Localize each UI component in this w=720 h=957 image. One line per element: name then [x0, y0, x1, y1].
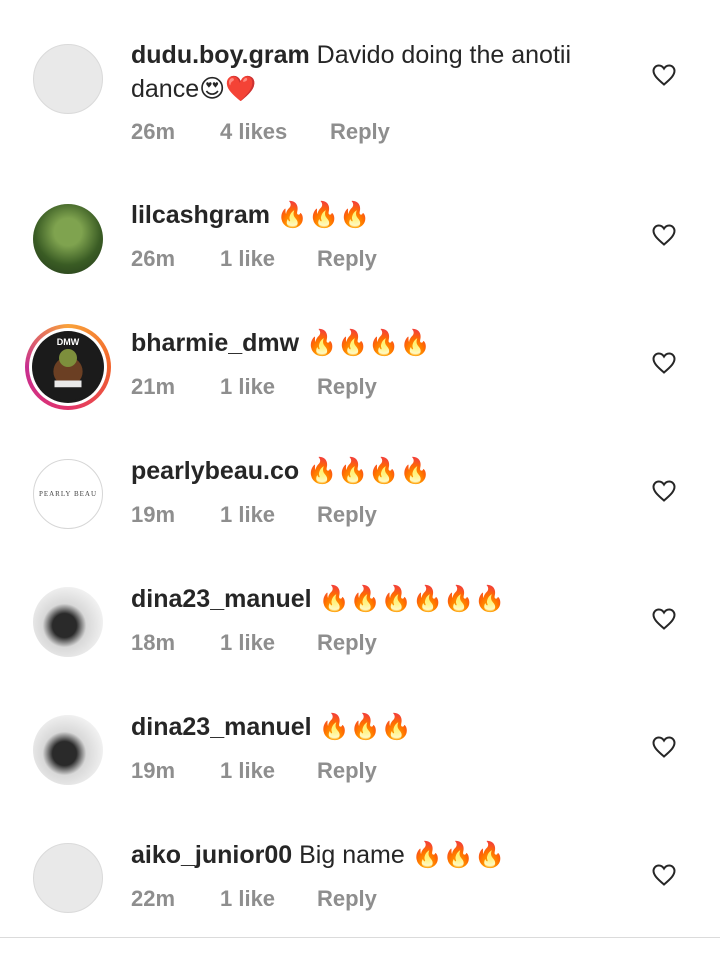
comment-body: aiko_junior00 Big name 🔥🔥🔥: [131, 838, 631, 872]
heart-outline-icon[interactable]: [652, 608, 676, 630]
comment-username[interactable]: dina23_manuel: [131, 585, 312, 613]
comment-body: lilcashgram 🔥🔥🔥: [131, 198, 631, 232]
avatar-story-ring[interactable]: DMW: [25, 324, 111, 410]
reply-button[interactable]: Reply: [317, 372, 377, 402]
comment-timestamp: 19m: [131, 758, 176, 783]
comment-text: 🔥🔥🔥: [276, 201, 371, 229]
comment-text: 🔥🔥🔥🔥🔥🔥: [318, 585, 506, 613]
comment-meta: 26m 1 like Reply: [131, 244, 377, 274]
comment-timestamp: 26m: [131, 119, 176, 144]
reply-button[interactable]: Reply: [317, 500, 377, 530]
avatar[interactable]: [33, 44, 103, 114]
comment-body: dudu.boy.gram Davido doing the anotii da…: [131, 38, 631, 106]
avatar[interactable]: PEARLY BEAU: [33, 459, 103, 529]
comment-likes[interactable]: 1 like: [220, 628, 317, 658]
dmw-logo-avatar: DMW: [32, 331, 104, 403]
comment-username[interactable]: dina23_manuel: [131, 713, 312, 741]
comment-meta: 19m 1 like Reply: [131, 500, 377, 530]
comment-likes[interactable]: 1 like: [220, 756, 317, 786]
comment-body: bharmie_dmw 🔥🔥🔥🔥: [131, 326, 631, 360]
comment-likes[interactable]: 1 like: [220, 372, 317, 402]
heart-outline-icon[interactable]: [652, 64, 676, 86]
avatar-logo-text: DMW: [56, 337, 80, 347]
comment-username[interactable]: dudu.boy.gram: [131, 41, 310, 69]
comment-timestamp: 22m: [131, 886, 176, 911]
comment-timestamp: 26m: [131, 246, 176, 271]
comment-body: dina23_manuel 🔥🔥🔥: [131, 710, 631, 744]
comment-username[interactable]: lilcashgram: [131, 201, 270, 229]
comment-meta: 19m 1 like Reply: [131, 756, 377, 786]
comment-timestamp: 18m: [131, 630, 176, 655]
comment-username[interactable]: bharmie_dmw: [131, 329, 299, 357]
avatar[interactable]: [33, 204, 103, 274]
comment-likes[interactable]: 1 like: [220, 884, 317, 914]
comment-meta: 26m 4 likes Reply: [131, 117, 390, 147]
comment-likes[interactable]: 4 likes: [220, 117, 330, 147]
comment-body: dina23_manuel 🔥🔥🔥🔥🔥🔥: [131, 582, 631, 616]
reply-button[interactable]: Reply: [330, 117, 390, 147]
comment-username[interactable]: pearlybeau.co: [131, 457, 299, 485]
comment-meta: 21m 1 like Reply: [131, 372, 377, 402]
heart-outline-icon[interactable]: [652, 736, 676, 758]
heart-outline-icon[interactable]: [652, 864, 676, 886]
heart-outline-icon[interactable]: [652, 480, 676, 502]
comment-timestamp: 21m: [131, 374, 176, 399]
avatar-logo-text: PEARLY BEAU: [38, 490, 98, 498]
heart-outline-icon[interactable]: [652, 224, 676, 246]
avatar[interactable]: [33, 715, 103, 785]
avatar[interactable]: [33, 587, 103, 657]
comment-likes[interactable]: 1 like: [220, 244, 317, 274]
reply-button[interactable]: Reply: [317, 628, 377, 658]
comment-meta: 18m 1 like Reply: [131, 628, 377, 658]
heart-outline-icon[interactable]: [652, 352, 676, 374]
comment-timestamp: 19m: [131, 502, 176, 527]
comment-text: Big name 🔥🔥🔥: [299, 841, 506, 869]
comment-text: 🔥🔥🔥🔥: [306, 329, 431, 357]
reply-button[interactable]: Reply: [317, 756, 377, 786]
reply-button[interactable]: Reply: [317, 884, 377, 914]
comment-likes[interactable]: 1 like: [220, 500, 317, 530]
comment-text: 🔥🔥🔥: [318, 713, 412, 741]
bottom-divider: [0, 937, 720, 938]
comment-meta: 22m 1 like Reply: [131, 884, 377, 914]
reply-button[interactable]: Reply: [317, 244, 377, 274]
comment-body: pearlybeau.co 🔥🔥🔥🔥: [131, 454, 631, 488]
comment-username[interactable]: aiko_junior00: [131, 841, 292, 869]
avatar[interactable]: [33, 843, 103, 913]
comment-text: 🔥🔥🔥🔥: [306, 457, 431, 485]
